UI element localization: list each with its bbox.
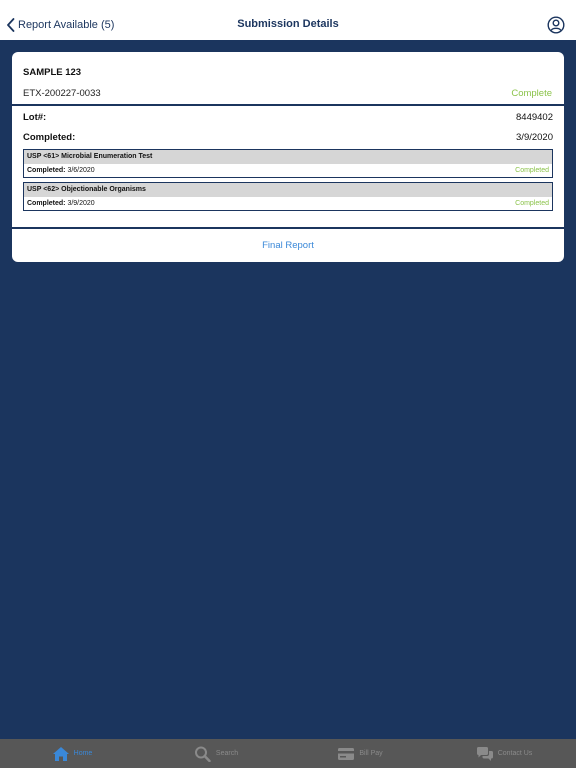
completed-label: Completed: <box>23 132 76 143</box>
page-title: Submission Details <box>237 18 339 30</box>
home-icon <box>52 746 69 761</box>
test-completed-date: 3/9/2020 <box>67 200 95 207</box>
tab-label: Search <box>215 750 239 757</box>
navigation-bar: Report Available (5) Submission Details <box>0 0 576 40</box>
lot-label: Lot#: <box>23 112 47 123</box>
status-badge: Complete <box>511 88 552 99</box>
test-completed-label: Completed: <box>27 200 66 207</box>
divider <box>12 104 564 106</box>
tab-label: Home <box>73 750 93 757</box>
chat-bubbles-icon <box>476 746 493 761</box>
completed-value: 3/9/2020 <box>516 132 553 143</box>
profile-icon[interactable] <box>547 16 565 34</box>
test-completed-date: 3/6/2020 <box>67 167 95 174</box>
test-name: USP <61> Microbial Enumeration Test <box>24 150 552 164</box>
tab-label: Bill Pay <box>359 750 383 757</box>
search-icon <box>194 746 211 762</box>
divider <box>12 227 564 229</box>
test-item: USP <62> Objectionable Organisms Complet… <box>23 182 553 211</box>
test-status: Completed <box>515 167 549 174</box>
submission-card: SAMPLE 123 ETX-200227-0033 Complete Lot#… <box>12 52 564 262</box>
tab-bill-pay[interactable]: Bill Pay <box>288 739 432 768</box>
tab-home[interactable]: Home <box>0 739 144 768</box>
test-item: USP <61> Microbial Enumeration Test Comp… <box>23 149 553 178</box>
test-status: Completed <box>515 200 549 207</box>
tab-contact-us[interactable]: Contact Us <box>432 739 576 768</box>
credit-card-icon <box>338 747 355 760</box>
test-completed-label: Completed: <box>27 167 66 174</box>
sample-name: SAMPLE 123 <box>23 67 82 78</box>
submission-id: ETX-200227-0033 <box>23 88 101 99</box>
test-completion: Completed: 3/9/2020 Completed <box>24 197 552 211</box>
lot-value: 8449402 <box>516 112 553 123</box>
tab-bar: Home Search Bill Pay Contact Us <box>0 739 576 768</box>
test-name: USP <62> Objectionable Organisms <box>24 183 552 197</box>
tab-label: Contact Us <box>497 750 533 757</box>
test-completion: Completed: 3/6/2020 Completed <box>24 164 552 178</box>
tab-search[interactable]: Search <box>144 739 288 768</box>
final-report-link[interactable]: Final Report <box>12 240 564 251</box>
